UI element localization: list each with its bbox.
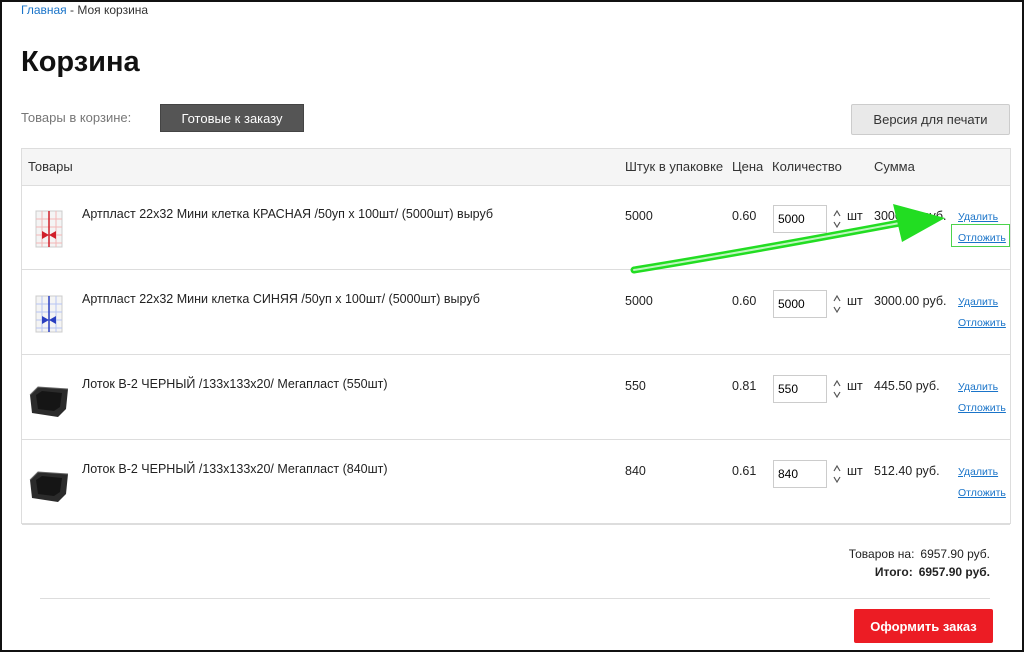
delete-link[interactable]: Удалить	[958, 466, 998, 478]
table-row: Артпласт 22х32 Мини клетка КРАСНАЯ /50уп…	[22, 185, 1010, 270]
header-products: Товары	[28, 159, 73, 174]
defer-link[interactable]: Отложить	[958, 487, 1006, 499]
header-per-pack: Штук в упаковке	[625, 159, 724, 174]
red-bag-icon	[35, 210, 63, 248]
totals: Товаров на: 6957.90 руб. Итого: 6957.90 ру…	[849, 545, 990, 581]
defer-link[interactable]: Отложить	[958, 402, 1006, 414]
quantity-input[interactable]	[773, 460, 827, 488]
per-pack-value: 5000	[625, 294, 653, 308]
price-value: 0.60	[732, 294, 757, 308]
header-quantity: Количество	[772, 159, 842, 174]
breadcrumb-home-link[interactable]: Главная	[21, 3, 67, 17]
price-value: 0.60	[732, 209, 757, 223]
page-title: Корзина	[21, 46, 140, 78]
black-tray-icon	[29, 386, 69, 417]
sum-value: 3000.00 руб.	[874, 209, 947, 223]
print-version-button[interactable]: Версия для печати	[851, 104, 1010, 135]
per-pack-value: 550	[625, 379, 646, 393]
breadcrumb: Главная - Моя корзина	[21, 3, 148, 17]
quantity-stepper-icon[interactable]	[833, 462, 841, 486]
table-header: Товары Штук в упаковке Цена Количество С…	[22, 149, 1010, 186]
grand-total-label: Итого:	[874, 565, 913, 579]
sum-value: 3000.00 руб.	[874, 294, 947, 308]
blue-bag-icon	[35, 295, 63, 333]
grand-total-line: Итого: 6957.90 руб.	[849, 563, 990, 581]
price-value: 0.61	[732, 464, 757, 478]
quantity-input[interactable]	[773, 375, 827, 403]
unit-label: шт	[847, 209, 863, 223]
checkout-button[interactable]: Оформить заказ	[854, 609, 993, 643]
items-total-label: Товаров на:	[848, 547, 915, 561]
sum-value: 445.50 руб.	[874, 379, 940, 393]
unit-label: шт	[847, 294, 863, 308]
price-value: 0.81	[732, 379, 757, 393]
product-name[interactable]: Артпласт 22х32 Мини клетка СИНЯЯ /50уп х…	[82, 292, 480, 306]
product-name[interactable]: Лоток В-2 ЧЕРНЫЙ /133х133х20/ Мегапласт …	[82, 377, 388, 391]
quantity-input[interactable]	[773, 290, 827, 318]
sum-value: 512.40 руб.	[874, 464, 940, 478]
ready-to-order-button[interactable]: Готовые к заказу	[160, 104, 304, 132]
cart-table: Товары Штук в упаковке Цена Количество С…	[21, 148, 1011, 525]
header-sum: Сумма	[874, 159, 915, 174]
table-row: Лоток В-2 ЧЕРНЫЙ /133х133х20/ Мегапласт …	[22, 355, 1010, 440]
black-tray-icon	[29, 471, 69, 502]
defer-highlight-box	[951, 224, 1010, 247]
quantity-stepper-icon[interactable]	[833, 207, 841, 231]
defer-link[interactable]: Отложить	[958, 317, 1006, 329]
delete-link[interactable]: Удалить	[958, 211, 998, 223]
breadcrumb-separator: -	[66, 3, 78, 17]
divider	[40, 598, 990, 599]
delete-link[interactable]: Удалить	[958, 381, 998, 393]
table-row: Лоток В-2 ЧЕРНЫЙ /133х133х20/ Мегапласт …	[22, 440, 1010, 525]
quantity-input[interactable]	[773, 205, 827, 233]
per-pack-value: 840	[625, 464, 646, 478]
grand-total-value: 6957.90 руб.	[918, 565, 990, 579]
per-pack-value: 5000	[625, 209, 653, 223]
product-name[interactable]: Артпласт 22х32 Мини клетка КРАСНАЯ /50уп…	[82, 207, 493, 221]
product-name[interactable]: Лоток В-2 ЧЕРНЫЙ /133х133х20/ Мегапласт …	[82, 462, 388, 476]
cart-label: Товары в корзине:	[21, 110, 132, 125]
header-price: Цена	[732, 159, 764, 174]
breadcrumb-current: Моя корзина	[77, 3, 149, 17]
quantity-stepper-icon[interactable]	[833, 292, 841, 316]
items-total-value: 6957.90 руб.	[920, 547, 990, 561]
table-row: Артпласт 22х32 Мини клетка СИНЯЯ /50уп х…	[22, 270, 1010, 355]
delete-link[interactable]: Удалить	[958, 296, 998, 308]
quantity-stepper-icon[interactable]	[833, 377, 841, 401]
items-total-line: Товаров на: 6957.90 руб.	[849, 545, 990, 563]
unit-label: шт	[847, 464, 863, 478]
unit-label: шт	[847, 379, 863, 393]
